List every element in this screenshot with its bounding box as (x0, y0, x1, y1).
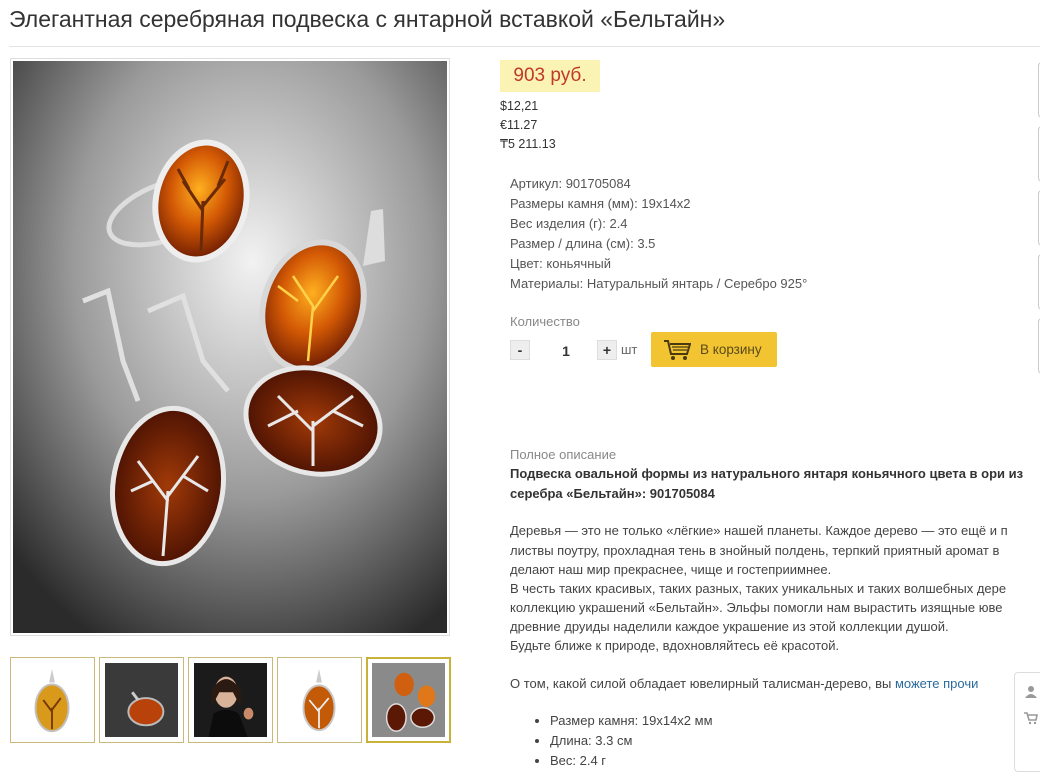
spec-value: 3.5 (637, 236, 656, 251)
spec-value: Натуральный янтарь / Серебро 925° (586, 276, 808, 291)
description-line: Будьте ближе к природе, вдохновляйтесь е… (510, 638, 840, 653)
quantity-unit: шт (621, 342, 638, 357)
spec-stone-size: Размеры камня (мм): 19х14х2 (510, 194, 807, 214)
add-to-cart-label: В корзину (700, 342, 762, 357)
description-line: Деревья — это не только «лёгкие» нашей п… (510, 523, 1008, 538)
thumb-image (105, 663, 178, 737)
thumbnail-amber-pendant-front[interactable] (10, 657, 95, 743)
spec-label: Материалы: (510, 276, 584, 291)
cart-icon[interactable] (1024, 711, 1038, 725)
price-usd: $12,21 (500, 99, 539, 113)
list-item: Длина: 3.3 см (550, 731, 713, 751)
list-item: Размер камня: 19х14х2 мм (550, 711, 713, 731)
product-specs: Артикул: 901705084 Размеры камня (мм): 1… (510, 174, 807, 294)
spec-value: 19х14х2 (641, 196, 691, 211)
stone-details-list: Размер камня: 19х14х2 мм Длина: 3.3 см В… (510, 711, 713, 771)
spec-materials: Материалы: Натуральный янтарь / Серебро … (510, 274, 807, 294)
price-kzt: ₸5 211.13 (500, 137, 556, 151)
cart-icon (664, 340, 691, 360)
talisman-paragraph: О том, какой силой обладает ювелирный та… (510, 676, 978, 691)
spec-length: Размер / длина (см): 3.5 (510, 234, 807, 254)
spec-label: Вес изделия (г): (510, 216, 606, 231)
main-product-image[interactable] (10, 58, 450, 636)
spec-label: Размеры камня (мм): (510, 196, 638, 211)
spec-color: Цвет: коньячный (510, 254, 807, 274)
price-eur: €11.27 (500, 118, 538, 132)
thumb-image (16, 663, 89, 737)
spec-label: Цвет: (510, 256, 543, 271)
description-line: коллекцию украшений «Бельтайн». Эльфы по… (510, 600, 1003, 615)
description-line: В честь таких красивых, таких разных, та… (510, 581, 1007, 596)
quantity-input[interactable] (540, 339, 592, 363)
add-to-cart-button[interactable]: В корзину (651, 332, 777, 367)
spec-value: 2.4 (609, 216, 628, 231)
list-item: Вес: 2.4 г (550, 751, 713, 771)
spec-value: 901705084 (565, 176, 631, 191)
spec-value: коньячный (546, 256, 611, 271)
thumbnail-amber-pendant-tree[interactable] (277, 657, 362, 743)
thumbnail-jewelry-set[interactable] (366, 657, 451, 743)
jewelry-set-photo (13, 61, 447, 633)
description-line: листвы поутру, прохладная тень в знойный… (510, 543, 1000, 558)
user-icon[interactable] (1024, 685, 1038, 699)
spec-article: Артикул: 901705084 (510, 174, 807, 194)
quantity-increase-button[interactable]: + (597, 340, 617, 360)
thumbnail-amber-pendant-dark[interactable] (99, 657, 184, 743)
talisman-text: О том, какой силой обладает ювелирный та… (510, 676, 895, 691)
description-label: Полное описание (510, 447, 617, 462)
floating-user-panel (1014, 672, 1040, 772)
thumb-image (372, 663, 445, 737)
description-heading: Подвеска овальной формы из натурального … (510, 466, 1024, 501)
read-more-link[interactable]: можете прочи (895, 676, 978, 691)
title-divider (9, 46, 1040, 47)
spec-label: Размер / длина (см): (510, 236, 634, 251)
quantity-label: Количество (510, 314, 580, 329)
description-line: древние друиды наделили каждое украшение… (510, 619, 949, 634)
thumb-image (194, 663, 267, 737)
price: 903 руб. (500, 60, 600, 92)
quantity-decrease-button[interactable]: - (510, 340, 530, 360)
spec-weight: Вес изделия (г): 2.4 (510, 214, 807, 234)
description-line: делают наш мир прекраснее, чище и гостеп… (510, 562, 832, 577)
thumbnail-model-wearing-jewelry[interactable] (188, 657, 273, 743)
spec-label: Артикул: (510, 176, 563, 191)
page-title: Элегантная серебряная подвеска с янтарно… (9, 6, 726, 32)
thumb-image (283, 663, 356, 737)
